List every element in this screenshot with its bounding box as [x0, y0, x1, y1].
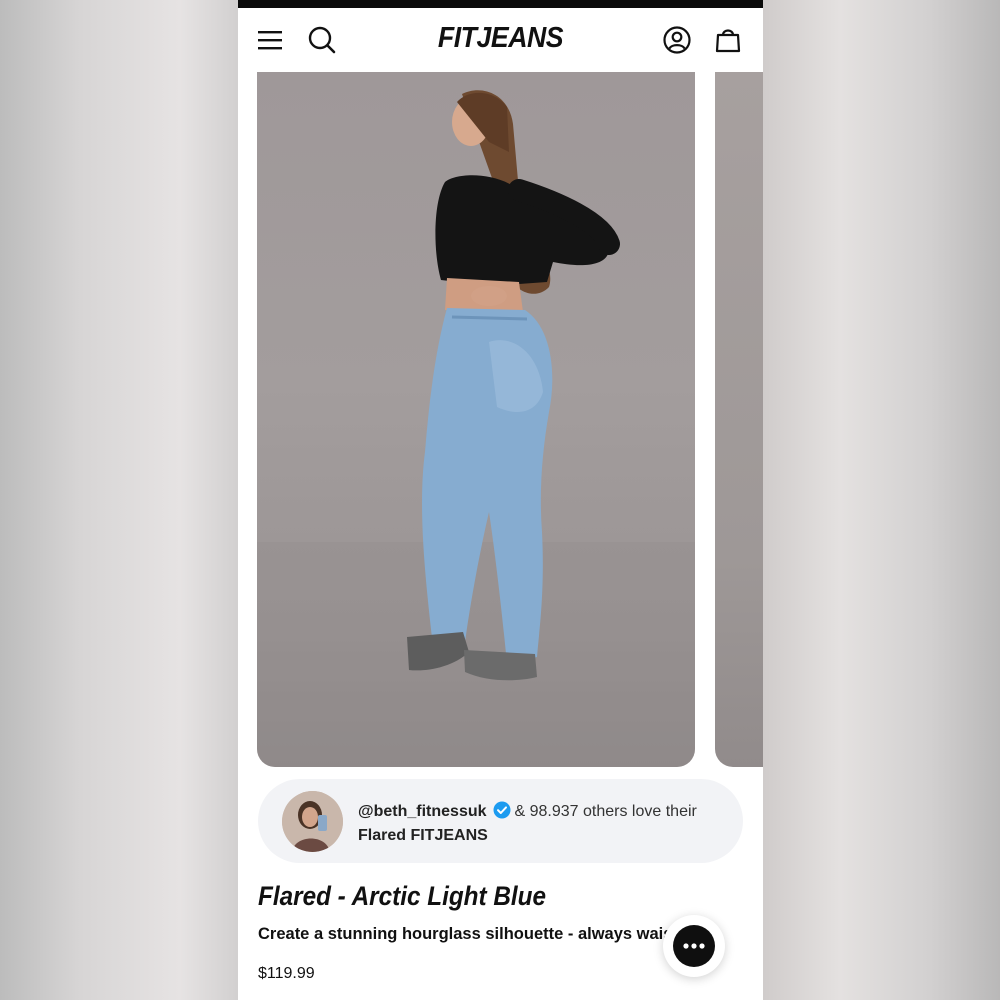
- avatar: [282, 791, 343, 852]
- account-icon[interactable]: [659, 22, 695, 58]
- social-proof-pill[interactable]: @beth_fitnessuk & 98.937 others love thei…: [258, 779, 743, 863]
- mobile-viewport: FITJEANS @beth_fitnessuk & 98.937 others…: [238, 0, 763, 1000]
- site-header: FITJEANS: [238, 8, 763, 72]
- verified-badge-icon: [493, 801, 511, 825]
- product-name-line: Flared FITJEANS: [358, 827, 488, 844]
- chat-button[interactable]: [663, 915, 725, 977]
- shopping-bag-icon[interactable]: [710, 22, 746, 58]
- product-image-carousel[interactable]: [238, 72, 763, 768]
- status-bar: [238, 0, 763, 8]
- influencer-handle[interactable]: @beth_fitnessuk: [358, 803, 487, 820]
- product-description: Create a stunning hourglass silhouette -…: [258, 925, 678, 943]
- product-photo-next[interactable]: [715, 72, 763, 767]
- product-price: $119.99: [258, 965, 315, 982]
- social-proof-text: @beth_fitnessuk & 98.937 others love thei…: [358, 801, 728, 846]
- product-photo-main[interactable]: [257, 72, 695, 767]
- others-love-text: & 98.937 others love their: [514, 803, 697, 820]
- product-title: Flared - Arctic Light Blue: [258, 881, 547, 911]
- chat-bubble-icon: [673, 925, 715, 967]
